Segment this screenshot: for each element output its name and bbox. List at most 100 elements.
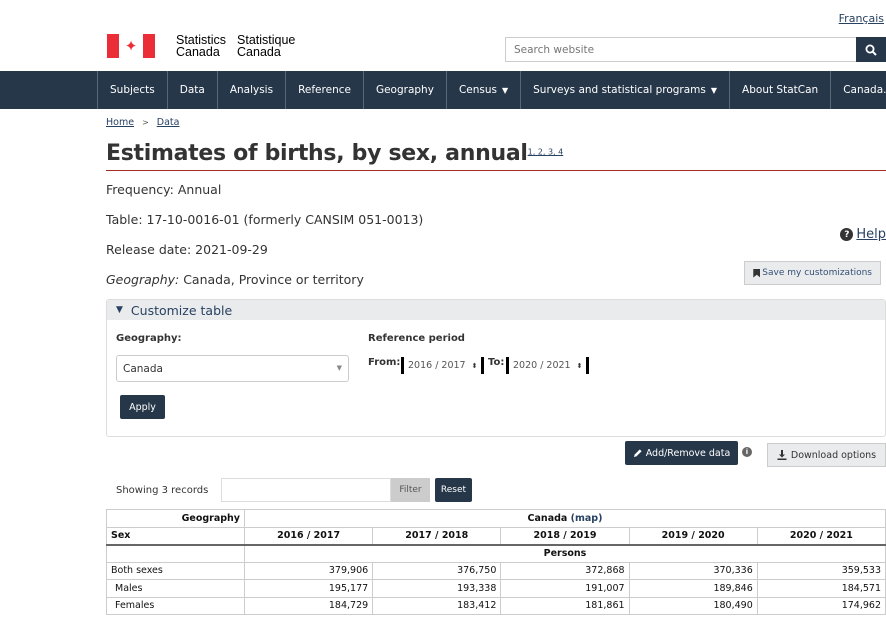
release-date-text: Release date: 2021-09-29 [106,242,268,257]
table-cell: 174,962 [756,596,886,615]
table-cell: 376,750 [372,561,502,580]
nav-item-label: Subjects [110,84,155,96]
table-cell: 184,571 [756,579,886,598]
geography-select[interactable]: Canada ▼ [116,355,349,382]
search-icon [865,44,877,56]
up-down-arrows-icon: ⬍ [471,361,478,370]
table-cell: 180,490 [628,596,758,615]
apply-button[interactable]: Apply [120,395,165,419]
nav-item-label: Census [458,84,497,96]
year-column-header: 2016 / 2017 [243,526,374,546]
year-column-header: 2019 / 2020 [628,526,758,546]
statcan-logo[interactable]: ✦ Statistics Canada Statistique Canada [107,33,306,59]
search-bar [505,37,886,62]
unit-label: Persons [244,544,886,563]
table-cell: 189,846 [628,579,758,598]
frequency-text: Frequency: Annual [106,182,222,197]
info-icon[interactable]: i [742,447,752,457]
language-toggle-link[interactable]: Français [839,12,884,25]
download-options-label: Download options [790,449,877,461]
customize-table-title: Customize table [130,302,233,318]
help-link[interactable]: ? Help [840,227,886,242]
nav-item-analysis[interactable]: Analysis [216,71,285,109]
filter-input[interactable] [221,478,391,502]
nav-item-about-statcan[interactable]: About StatCan [729,71,830,109]
main-menu: Subjects Data Analysis Reference Geography Ce… [0,71,886,109]
nav-item-reference[interactable]: Reference [285,71,363,109]
triangle-down-icon: ▼ [116,305,123,315]
add-remove-data-button[interactable]: Add/Remove data [625,441,738,465]
geography-value-header: Canada (map) [244,509,886,528]
save-customizations-button[interactable]: Save my customizations [744,261,881,285]
year-column-header: 2020 / 2021 [756,526,886,546]
breadcrumb-data-link[interactable]: Data [157,117,180,128]
table-cell: 181,861 [500,596,630,615]
unit-label-cell [106,544,245,563]
chevron-down-icon: ▼ [501,85,509,95]
to-label: To: [488,357,505,368]
breadcrumb: Home > Data [106,117,179,128]
nav-item-label: Canada.ca [843,84,886,96]
canada-flag-icon: ✦ [107,34,155,58]
nav-item-label: Geography [375,84,434,96]
geography-value: Canada, Province or territory [179,272,364,287]
year-column-header: 2018 / 2019 [500,526,630,546]
row-label: Females [106,596,245,615]
geography-column-header: Geography [106,509,245,528]
nav-item-label: Analysis [229,84,274,96]
to-period-select[interactable]: 2020 / 2021 ⬍ [506,357,590,374]
table-cell: 379,906 [243,561,374,580]
title-footnotes-link[interactable]: 1, 2, 3, 4 [528,147,564,156]
nav-item-subjects[interactable]: Subjects [97,71,167,109]
table-cell: 193,338 [372,579,502,598]
save-customizations-label: Save my customizations [762,268,872,278]
geography-select-label: Geography: [116,333,182,344]
table-row: Both sexes 379,906 376,750 372,868 370,336 35… [106,561,886,580]
help-label: Help [856,227,886,242]
dropdown-arrow-icon: ▼ [336,364,342,372]
from-period-select[interactable]: 2016 / 2017 ⬍ [401,357,485,374]
search-input[interactable] [505,37,856,62]
nav-item-canada-ca[interactable]: Canada.ca [830,71,886,109]
question-circle-icon: ? [840,228,854,241]
download-options-button[interactable]: Download options [767,443,886,467]
nav-item-label: About StatCan [742,84,819,96]
from-label: From: [368,357,401,368]
nav-item-label: Reference [298,84,351,96]
table-id-text: Table: 17-10-0016-01 (formerly CANSIM 05… [106,212,424,227]
year-column-header: 2017 / 2018 [372,526,502,546]
nav-item-label: Data [179,84,205,96]
table-row: Females 184,729 183,412 181,861 180,490 174,9… [106,596,886,615]
geography-label: Geography: [106,272,180,287]
up-down-arrows-icon: ⬍ [576,361,583,370]
to-period-value: 2020 / 2021 [513,360,571,371]
breadcrumb-home-link[interactable]: Home [106,117,134,128]
from-period-value: 2016 / 2017 [408,360,466,371]
bookmark-icon [753,268,761,278]
download-icon [777,450,787,460]
wordmark-en-line2: Canada [176,45,220,59]
nav-item-surveys-and-statistical-programs[interactable]: Surveys and statistical programs ▼ [520,71,729,109]
reset-button[interactable]: Reset [435,478,472,502]
map-link[interactable]: (map) [571,513,603,524]
nav-item-geography[interactable]: Geography [362,71,446,109]
nav-item-census[interactable]: Census ▼ [445,71,520,109]
customize-table-toggle[interactable]: ▼ Customize table [107,300,885,320]
geography-select-value: Canada [123,362,163,375]
nav-item-data[interactable]: Data [166,71,217,109]
nav-item-label: Surveys and statistical programs [533,84,706,96]
data-table: Geography Canada (map) Sex 2016 / 2017 20… [106,509,886,615]
search-button[interactable] [856,37,886,62]
wordmark: Statistics Canada Statistique Canada [176,34,306,59]
customize-table-panel: ▼ Customize table Geography: Canada ▼ Refe… [106,299,886,437]
page-title: Estimates of births, by sex, annual [106,141,528,166]
pencil-icon [633,449,642,457]
sex-column-header: Sex [106,526,245,546]
geography-text: Geography: Canada, Province or territory [106,272,364,287]
row-label: Both sexes [106,561,245,580]
table-cell: 370,336 [628,561,758,580]
canada-header-label: Canada [527,512,568,524]
record-count-text: Showing 3 records [116,485,209,496]
chevron-down-icon: ▼ [710,85,718,95]
filter-button[interactable]: Filter [391,478,430,502]
